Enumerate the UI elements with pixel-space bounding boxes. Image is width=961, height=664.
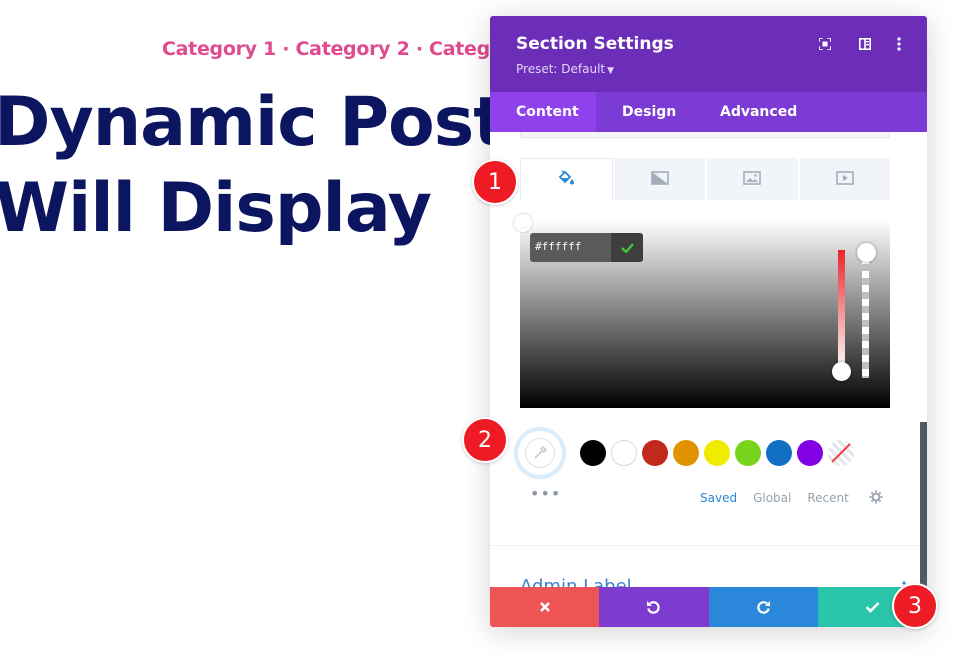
- color-saturation-picker[interactable]: #ffffff: [514, 214, 890, 408]
- tab-design[interactable]: Design: [596, 92, 694, 132]
- swatch-purple[interactable]: [797, 440, 823, 466]
- fullscreen-icon[interactable]: [817, 36, 833, 52]
- hex-input-box[interactable]: #ffffff: [530, 233, 643, 262]
- preset-dropdown[interactable]: Preset: Default ▼: [516, 62, 614, 76]
- undo-button[interactable]: [599, 587, 709, 627]
- gradient-icon: [650, 170, 669, 189]
- undo-icon: [647, 600, 661, 614]
- post-title: Dynamic Post Will Display: [0, 80, 506, 252]
- swatch-transparent[interactable]: [828, 440, 854, 466]
- section-divider: [490, 545, 927, 546]
- sidebar-layout-icon[interactable]: [857, 36, 873, 52]
- image-icon: [743, 170, 762, 189]
- check-icon: [865, 602, 880, 613]
- more-options-icon[interactable]: •••: [530, 484, 561, 503]
- post-title-line-2: Will Display: [0, 169, 432, 248]
- caret-down-icon: ▼: [607, 66, 615, 76]
- step-badge-1: 1: [472, 159, 518, 205]
- settings-scroll-area[interactable]: #ffffff ••• Saved Global Recent Admin La…: [490, 132, 927, 587]
- hue-slider[interactable]: [838, 250, 845, 372]
- preset-label: Preset: Default: [516, 62, 606, 76]
- check-icon: [620, 242, 634, 253]
- current-color-inner: [525, 438, 555, 468]
- step-badge-2: 2: [462, 417, 508, 463]
- tab-content[interactable]: Content: [490, 92, 596, 132]
- settings-tabs: Content Design Advanced: [490, 92, 927, 132]
- color-picker-handle[interactable]: [514, 214, 532, 232]
- page-canvas: Category 1 · Category 2 · Category Dynam…: [0, 0, 961, 664]
- tab-advanced[interactable]: Advanced: [694, 92, 814, 132]
- close-icon: [539, 602, 550, 612]
- confirm-color-button[interactable]: [611, 233, 643, 262]
- hex-value[interactable]: #ffffff: [535, 240, 581, 253]
- swatch-orange[interactable]: [673, 440, 699, 466]
- background-gradient-tab[interactable]: [614, 158, 705, 200]
- background-color-tab[interactable]: [520, 158, 613, 200]
- opacity-slider[interactable]: [862, 250, 869, 378]
- background-video-tab[interactable]: [799, 158, 890, 200]
- step-badge-3: 3: [892, 583, 938, 629]
- palette-tab-saved[interactable]: Saved: [700, 491, 737, 505]
- swatch-blue[interactable]: [766, 440, 792, 466]
- palette-tab-global[interactable]: Global: [753, 491, 791, 505]
- section-settings-modal: Section Settings Preset: Default ▼ Conten…: [490, 16, 927, 627]
- cancel-button[interactable]: [490, 587, 600, 627]
- opacity-slider-handle[interactable]: [857, 243, 876, 262]
- current-color-swatch[interactable]: [518, 431, 562, 475]
- modal-header: Section Settings Preset: Default ▼: [490, 16, 927, 92]
- modal-footer: [490, 587, 927, 627]
- post-categories[interactable]: Category 1 · Category 2 · Category: [162, 38, 524, 60]
- swatch-red[interactable]: [642, 440, 668, 466]
- redo-button[interactable]: [708, 587, 818, 627]
- paint-bucket-icon: [558, 170, 575, 189]
- swatch-black[interactable]: [580, 440, 606, 466]
- eyedropper-icon: [534, 445, 548, 459]
- post-title-line-1: Dynamic Post: [0, 83, 506, 162]
- modal-title: Section Settings: [516, 34, 674, 54]
- palette-tabs: Saved Global Recent: [700, 490, 883, 506]
- admin-label-toggle[interactable]: Admin Label: [520, 576, 632, 587]
- swatch-green[interactable]: [735, 440, 761, 466]
- hue-slider-handle[interactable]: [832, 362, 851, 381]
- background-image-tab[interactable]: [707, 158, 798, 200]
- swatch-yellow[interactable]: [704, 440, 730, 466]
- background-type-tabs: [520, 158, 890, 200]
- previous-field-edge: [520, 132, 890, 138]
- color-swatches: •••: [518, 428, 898, 503]
- scrollbar-thumb[interactable]: [920, 422, 927, 587]
- palette-tab-recent[interactable]: Recent: [807, 491, 848, 505]
- swatch-white[interactable]: [611, 440, 637, 466]
- video-icon: [835, 170, 854, 189]
- more-vertical-icon[interactable]: [891, 36, 907, 52]
- redo-icon: [756, 600, 770, 614]
- no-color-slash-icon: [831, 443, 851, 463]
- gear-icon[interactable]: [869, 490, 883, 507]
